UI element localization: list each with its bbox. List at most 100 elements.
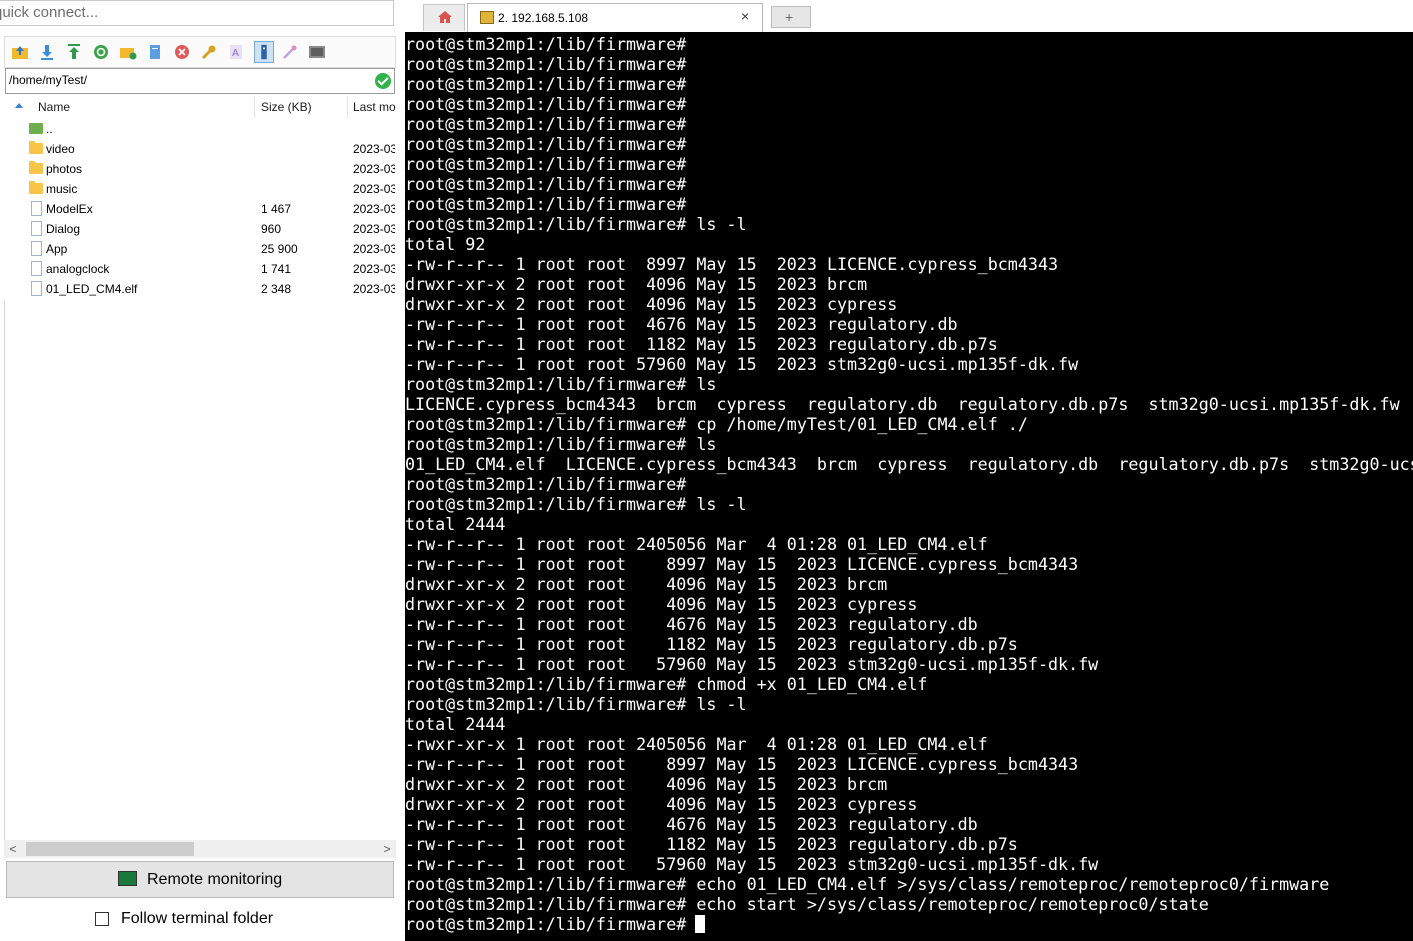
follow-terminal-checkbox[interactable] xyxy=(95,912,109,926)
file-size: 2 348 xyxy=(261,282,292,296)
file-list-row[interactable]: .. xyxy=(0,119,396,139)
column-header-last-modified[interactable]: Last mo xyxy=(349,96,396,118)
remote-monitoring-label: Remote monitoring xyxy=(147,871,283,888)
file-list-row[interactable]: App 25 900 2023-03- xyxy=(0,239,396,259)
rename-icon[interactable]: A xyxy=(227,43,245,61)
file-list-row[interactable]: analogclock 1 741 2023-03- xyxy=(0,259,396,279)
file-list-row[interactable]: ModelEx 1 467 2023-03- xyxy=(0,199,396,219)
close-tab-icon[interactable]: × xyxy=(741,8,749,24)
file-date: 2023-03- xyxy=(353,242,395,256)
terminal-line: LICENCE.cypress_bcm4343 brcm cypress reg… xyxy=(405,394,1400,414)
panel-border xyxy=(4,300,5,840)
terminal-line: root@stm32mp1:/lib/firmware# xyxy=(405,174,687,194)
terminal-line: root@stm32mp1:/lib/firmware# xyxy=(405,194,687,214)
terminal-line: -rwxr-xr-x 1 root root 2405056 Mar 4 01:… xyxy=(405,734,988,754)
terminal-line: -rw-r--r-- 1 root root 4676 May 15 2023 … xyxy=(405,314,958,334)
file-date: 2023-03- xyxy=(353,162,395,176)
file-name: video xyxy=(46,142,75,156)
properties-icon[interactable] xyxy=(200,43,218,61)
terminal-line: root@stm32mp1:/lib/firmware# xyxy=(405,914,697,934)
terminal-line: root@stm32mp1:/lib/firmware# ls xyxy=(405,434,717,454)
terminal-line: total 92 xyxy=(405,234,486,254)
remote-monitoring-button[interactable]: Remote monitoring xyxy=(6,861,394,898)
terminal-line: root@stm32mp1:/lib/firmware# echo 01_LED… xyxy=(405,874,1330,894)
terminal-line: root@stm32mp1:/lib/firmware# xyxy=(405,34,687,54)
terminal-output[interactable]: root@stm32mp1:/lib/firmware# root@stm32mp… xyxy=(405,32,1413,941)
file-list-row[interactable]: photos 2023-03- xyxy=(0,159,396,179)
terminal-line: root@stm32mp1:/lib/firmware# ls -l xyxy=(405,494,747,514)
terminal-line: drwxr-xr-x 2 root root 4096 May 15 2023 … xyxy=(405,774,888,794)
terminal-line: -rw-r--r-- 1 root root 1182 May 15 2023 … xyxy=(405,634,1018,654)
file-icon xyxy=(31,221,42,236)
folder-icon xyxy=(29,141,43,154)
download-icon[interactable] xyxy=(38,43,56,61)
terminal-cursor xyxy=(695,915,705,933)
scrollbar-thumb[interactable] xyxy=(26,842,194,856)
pane-splitter[interactable] xyxy=(397,0,405,941)
file-toolbar: A xyxy=(4,36,396,68)
terminal-line: root@stm32mp1:/lib/firmware# echo start … xyxy=(405,894,1209,914)
file-size: 1 467 xyxy=(261,202,292,216)
terminal-line: -rw-r--r-- 1 root root 2405056 Mar 4 01:… xyxy=(405,534,988,554)
file-name: .. xyxy=(46,122,53,136)
hidden-files-icon[interactable] xyxy=(254,41,274,63)
tab-ssh-session[interactable]: 2. 192.168.5.108 × xyxy=(467,3,763,32)
terminal-line: -rw-r--r-- 1 root root 57960 May 15 2023… xyxy=(405,354,1079,374)
delete-icon[interactable] xyxy=(173,43,191,61)
tab-bar: 2. 192.168.5.108 × + xyxy=(405,0,1413,32)
terminal-line: root@stm32mp1:/lib/firmware# xyxy=(405,74,687,94)
file-name: 01_LED_CM4.elf xyxy=(46,282,138,296)
horizontal-scrollbar[interactable]: < > xyxy=(4,840,396,858)
new-tab-button[interactable]: + xyxy=(771,6,811,28)
terminal-line: -rw-r--r-- 1 root root 8997 May 15 2023 … xyxy=(405,754,1079,774)
column-header-name[interactable]: Name xyxy=(34,96,255,118)
new-folder-icon[interactable] xyxy=(119,43,137,61)
terminal-line: -rw-r--r-- 1 root root 4676 May 15 2023 … xyxy=(405,614,978,634)
scroll-left-arrow-icon[interactable]: < xyxy=(4,840,22,858)
terminal-line: drwxr-xr-x 2 root root 4096 May 15 2023 … xyxy=(405,294,898,314)
tab-ssh-session-label: 2. 192.168.5.108 xyxy=(498,11,589,25)
terminal-line: total 2444 xyxy=(405,514,506,534)
file-date: 2023-03- xyxy=(353,262,395,276)
tab-home[interactable] xyxy=(423,4,465,31)
file-date: 2023-03- xyxy=(353,202,395,216)
path-ok-icon[interactable] xyxy=(375,73,391,89)
edit-icon[interactable] xyxy=(281,43,299,61)
scroll-right-arrow-icon[interactable]: > xyxy=(378,840,396,858)
terminal-line: -rw-r--r-- 1 root root 4676 May 15 2023 … xyxy=(405,814,978,834)
terminal-line: -rw-r--r-- 1 root root 8997 May 15 2023 … xyxy=(405,554,1079,574)
terminal-line: -rw-r--r-- 1 root root 1182 May 15 2023 … xyxy=(405,834,1018,854)
file-list-row[interactable]: Dialog 960 2023-03- xyxy=(0,219,396,239)
file-list-row[interactable]: 01_LED_CM4.elf 2 348 2023-03- xyxy=(0,279,396,299)
file-date: 2023-03- xyxy=(353,282,395,296)
file-size: 25 900 xyxy=(261,242,298,256)
follow-terminal-label: Follow terminal folder xyxy=(121,910,274,927)
parent-folder-icon[interactable] xyxy=(11,43,29,61)
column-header-size[interactable]: Size (KB) xyxy=(257,96,348,118)
new-file-icon[interactable] xyxy=(146,43,164,61)
file-icon xyxy=(31,201,42,216)
file-list-header: Name Size (KB) Last mo xyxy=(8,96,396,118)
file-name: music xyxy=(46,182,78,196)
refresh-icon[interactable] xyxy=(92,43,110,61)
parent-directory-icon xyxy=(29,123,43,134)
terminal-line: drwxr-xr-x 2 root root 4096 May 15 2023 … xyxy=(405,594,918,614)
upload-icon[interactable] xyxy=(65,43,83,61)
terminal-line: total 2444 xyxy=(405,714,506,734)
terminal-icon[interactable] xyxy=(308,43,326,61)
file-list-row[interactable]: video 2023-03- xyxy=(0,139,396,159)
file-icon xyxy=(31,261,42,276)
current-path-field[interactable]: /home/myTest/ xyxy=(5,68,395,94)
file-name: App xyxy=(46,242,68,256)
terminal-line: root@stm32mp1:/lib/firmware# cp /home/my… xyxy=(405,414,1028,434)
file-name: analogclock xyxy=(46,262,110,276)
terminal-line: root@stm32mp1:/lib/firmware# xyxy=(405,94,687,114)
file-list-row[interactable]: music 2023-03- xyxy=(0,179,396,199)
file-date: 2023-03- xyxy=(353,222,395,236)
terminal-line: -rw-r--r-- 1 root root 57960 May 15 2023… xyxy=(405,854,1099,874)
terminal-line: root@stm32mp1:/lib/firmware# xyxy=(405,114,687,134)
quick-connect-input[interactable]: quick connect... xyxy=(0,0,394,26)
file-date: 2023-03- xyxy=(353,182,395,196)
file-name: Dialog xyxy=(46,222,81,236)
terminal-line: root@stm32mp1:/lib/firmware# chmod +x 01… xyxy=(405,674,928,694)
